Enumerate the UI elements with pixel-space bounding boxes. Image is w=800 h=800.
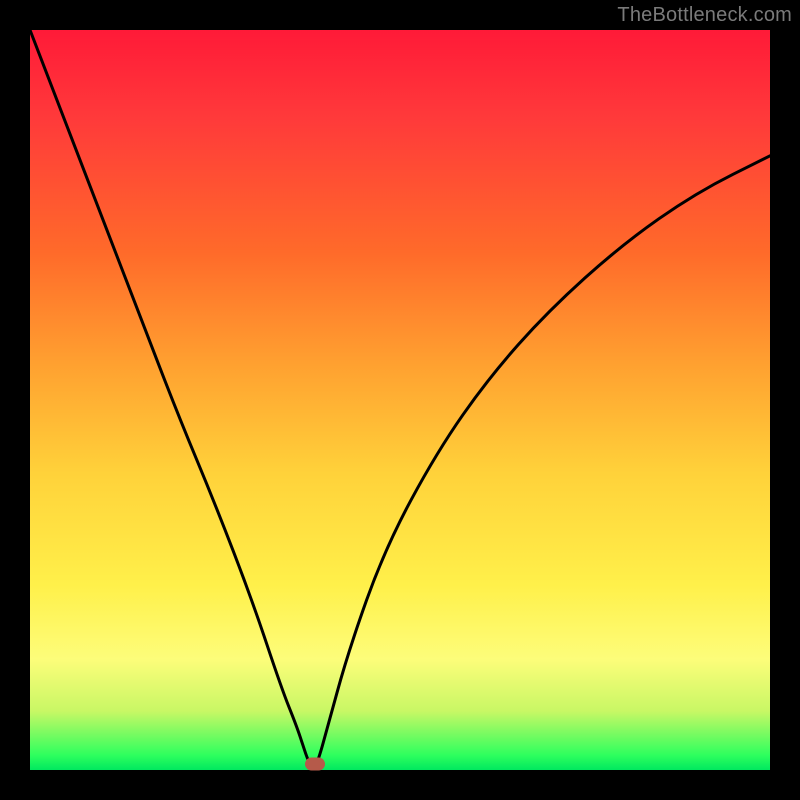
bottleneck-curve [30,30,770,766]
chart-stage: TheBottleneck.com [0,0,800,800]
min-marker [305,758,325,771]
curve-svg [30,30,770,770]
plot-area [30,30,770,770]
watermark-text: TheBottleneck.com [617,4,792,27]
